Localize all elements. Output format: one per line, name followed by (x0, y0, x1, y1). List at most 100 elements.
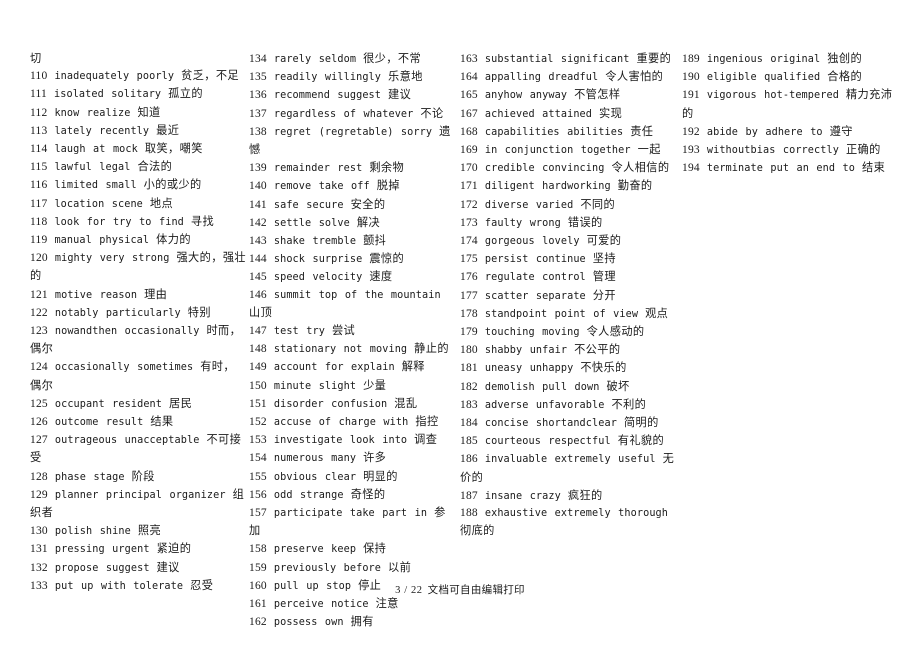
entry-number: 165 (460, 89, 478, 102)
entry-chinese: 独创的 (827, 52, 863, 65)
entry-english: safe secure (273, 199, 344, 211)
entry-chinese: 不同的 (580, 197, 616, 211)
entry-english: readily willingly (273, 72, 382, 84)
entry-english: look for try to find (54, 216, 184, 228)
vocabulary-entry: 120 mighty very strong 强大的，强壮的 (30, 249, 246, 285)
entry-chinese: 调查 (414, 433, 438, 447)
vocabulary-entry: 194 terminate put an end to 结束 (682, 159, 900, 177)
entry-number: 178 (460, 307, 478, 320)
entry-chinese: 寻找 (190, 214, 215, 228)
vocabulary-entry: 129 planner principal organizer 组织者 (30, 486, 246, 522)
entry-number: 139 (249, 162, 267, 175)
entry-number: 177 (460, 289, 478, 302)
entry-number: 141 (249, 198, 267, 211)
vocabulary-entry: 186 invaluable extremely useful 无价的 (460, 450, 678, 486)
entry-english: regret (regretable) sorry (273, 126, 433, 138)
entry-number: 172 (460, 198, 478, 211)
vocabulary-entry: 134 rarely seldom 很少，不常 (249, 50, 456, 68)
vocabulary-entry: 156 odd strange 奇怪的 (249, 486, 456, 504)
vocabulary-entry: 148 stationary not moving 静止的 (249, 340, 456, 358)
entry-number: 137 (249, 107, 267, 120)
vocabulary-entry: 122 notably particularly 特别 (30, 304, 246, 322)
entry-chinese: 体力的 (156, 233, 191, 247)
entry-english: lately recently (54, 125, 150, 137)
entry-number: 136 (249, 89, 267, 102)
entry-chinese: 结果 (150, 415, 174, 429)
entry-english: terminate put an end to (706, 163, 856, 175)
entry-chinese: 管理 (592, 270, 616, 284)
entry-chinese: 速度 (369, 270, 393, 284)
vocabulary-column-4: 189 ingenious original 独创的 190 eligible qual… (682, 50, 900, 177)
entry-number: 129 (30, 488, 48, 501)
entry-english: withoutbias correctly (706, 145, 839, 157)
entry-number: 114 (30, 143, 48, 156)
entry-english: planner principal organizer (54, 489, 226, 501)
entry-english: settle solve (273, 217, 350, 229)
entry-english: occupant resident (54, 398, 163, 410)
entry-chinese: 震惊的 (369, 252, 405, 266)
entry-english: test try (273, 326, 325, 338)
entry-english: ingenious original (706, 54, 821, 65)
entry-chinese: 错误的 (567, 215, 603, 229)
entry-chinese: 阶段 (131, 469, 155, 483)
entry-english: propose suggest (54, 562, 150, 574)
entry-english: insane crazy (484, 490, 561, 502)
entry-number: 131 (30, 543, 48, 556)
entry-english: appalling dreadful (484, 72, 599, 84)
vocabulary-entry: 188 exhaustive extremely thorough 彻底的 (460, 505, 678, 540)
entry-chinese: 静止的 (414, 342, 449, 356)
entry-english: vigorous hot-tempered (706, 90, 839, 102)
entry-number: 190 (682, 71, 700, 84)
entry-chinese: 不论 (420, 106, 444, 120)
entry-number: 173 (460, 216, 478, 229)
entry-chinese: 奇怪的 (350, 487, 386, 501)
entry-chinese: 理由 (144, 287, 168, 301)
entry-number: 164 (460, 71, 478, 84)
vocabulary-entry: 139 remainder rest 剩余物 (249, 159, 456, 177)
entry-english: account for explain (273, 362, 395, 374)
entry-english: abide by adhere to (706, 126, 823, 138)
entry-english: in conjunction together (484, 145, 631, 157)
entry-number: 113 (30, 124, 48, 137)
entry-number: 162 (249, 616, 267, 629)
entry-number: 167 (460, 107, 478, 120)
vocabulary-entry: 173 faulty wrong 错误的 (460, 214, 678, 232)
vocabulary-entry: 159 previously before 以前 (249, 559, 456, 577)
entry-english: invaluable extremely useful (484, 454, 656, 466)
vocabulary-entry: 136 recommend suggest 建议 (249, 86, 456, 104)
entry-number: 153 (249, 434, 267, 447)
vocabulary-entry: 124 occasionally sometimes 有时，偶尔 (30, 358, 246, 394)
vocabulary-entry: 118 look for try to find 寻找 (30, 213, 246, 231)
entry-english: limited small (54, 180, 137, 192)
entry-english: pressing urgent (54, 544, 150, 556)
entry-number: 183 (460, 398, 478, 411)
vocabulary-column-3: 163 substantial significant 重要的 164 appallin… (460, 50, 678, 540)
vocabulary-entry: 176 regulate control 管理 (460, 268, 678, 286)
vocabulary-entry: 172 diverse varied 不同的 (460, 196, 678, 214)
entry-chinese: 指控 (415, 415, 439, 429)
footer-note: 文档可自由编辑打印 (427, 584, 525, 596)
entry-chinese: 正确的 (845, 143, 881, 157)
entry-number: 152 (249, 416, 267, 429)
entry-english: regulate control (484, 272, 586, 284)
vocabulary-entry: 162 possess own 拥有 (249, 613, 456, 631)
vocabulary-entry: 174 gorgeous lovely 可爱的 (460, 232, 678, 250)
entry-number: 119 (30, 234, 48, 247)
entry-number: 150 (249, 379, 267, 392)
vocabulary-entry: 130 polish shine 照亮 (30, 522, 246, 540)
entry-chinese: 安全的 (350, 197, 386, 211)
entry-chinese: 遵守 (829, 124, 853, 138)
vocabulary-entry: 155 obvious clear 明显的 (249, 468, 456, 486)
entry-english: occasionally sometimes (54, 362, 194, 374)
vocabulary-entry: 135 readily willingly 乐意地 (249, 68, 456, 86)
vocabulary-entry: 113 lately recently 最近 (30, 122, 246, 140)
entry-number: 123 (30, 325, 48, 338)
entry-chinese: 明显的 (363, 469, 398, 483)
entry-chinese: 特别 (187, 305, 211, 319)
entry-english: shake tremble (273, 236, 357, 248)
vocabulary-entry: 184 concise shortandclear 简明的 (460, 414, 678, 432)
vocabulary-entry: 138 regret (regretable) sorry 遗憾 (249, 123, 456, 159)
entry-number: 121 (30, 288, 48, 301)
entry-number: 117 (30, 197, 48, 210)
entry-number: 182 (460, 380, 478, 393)
